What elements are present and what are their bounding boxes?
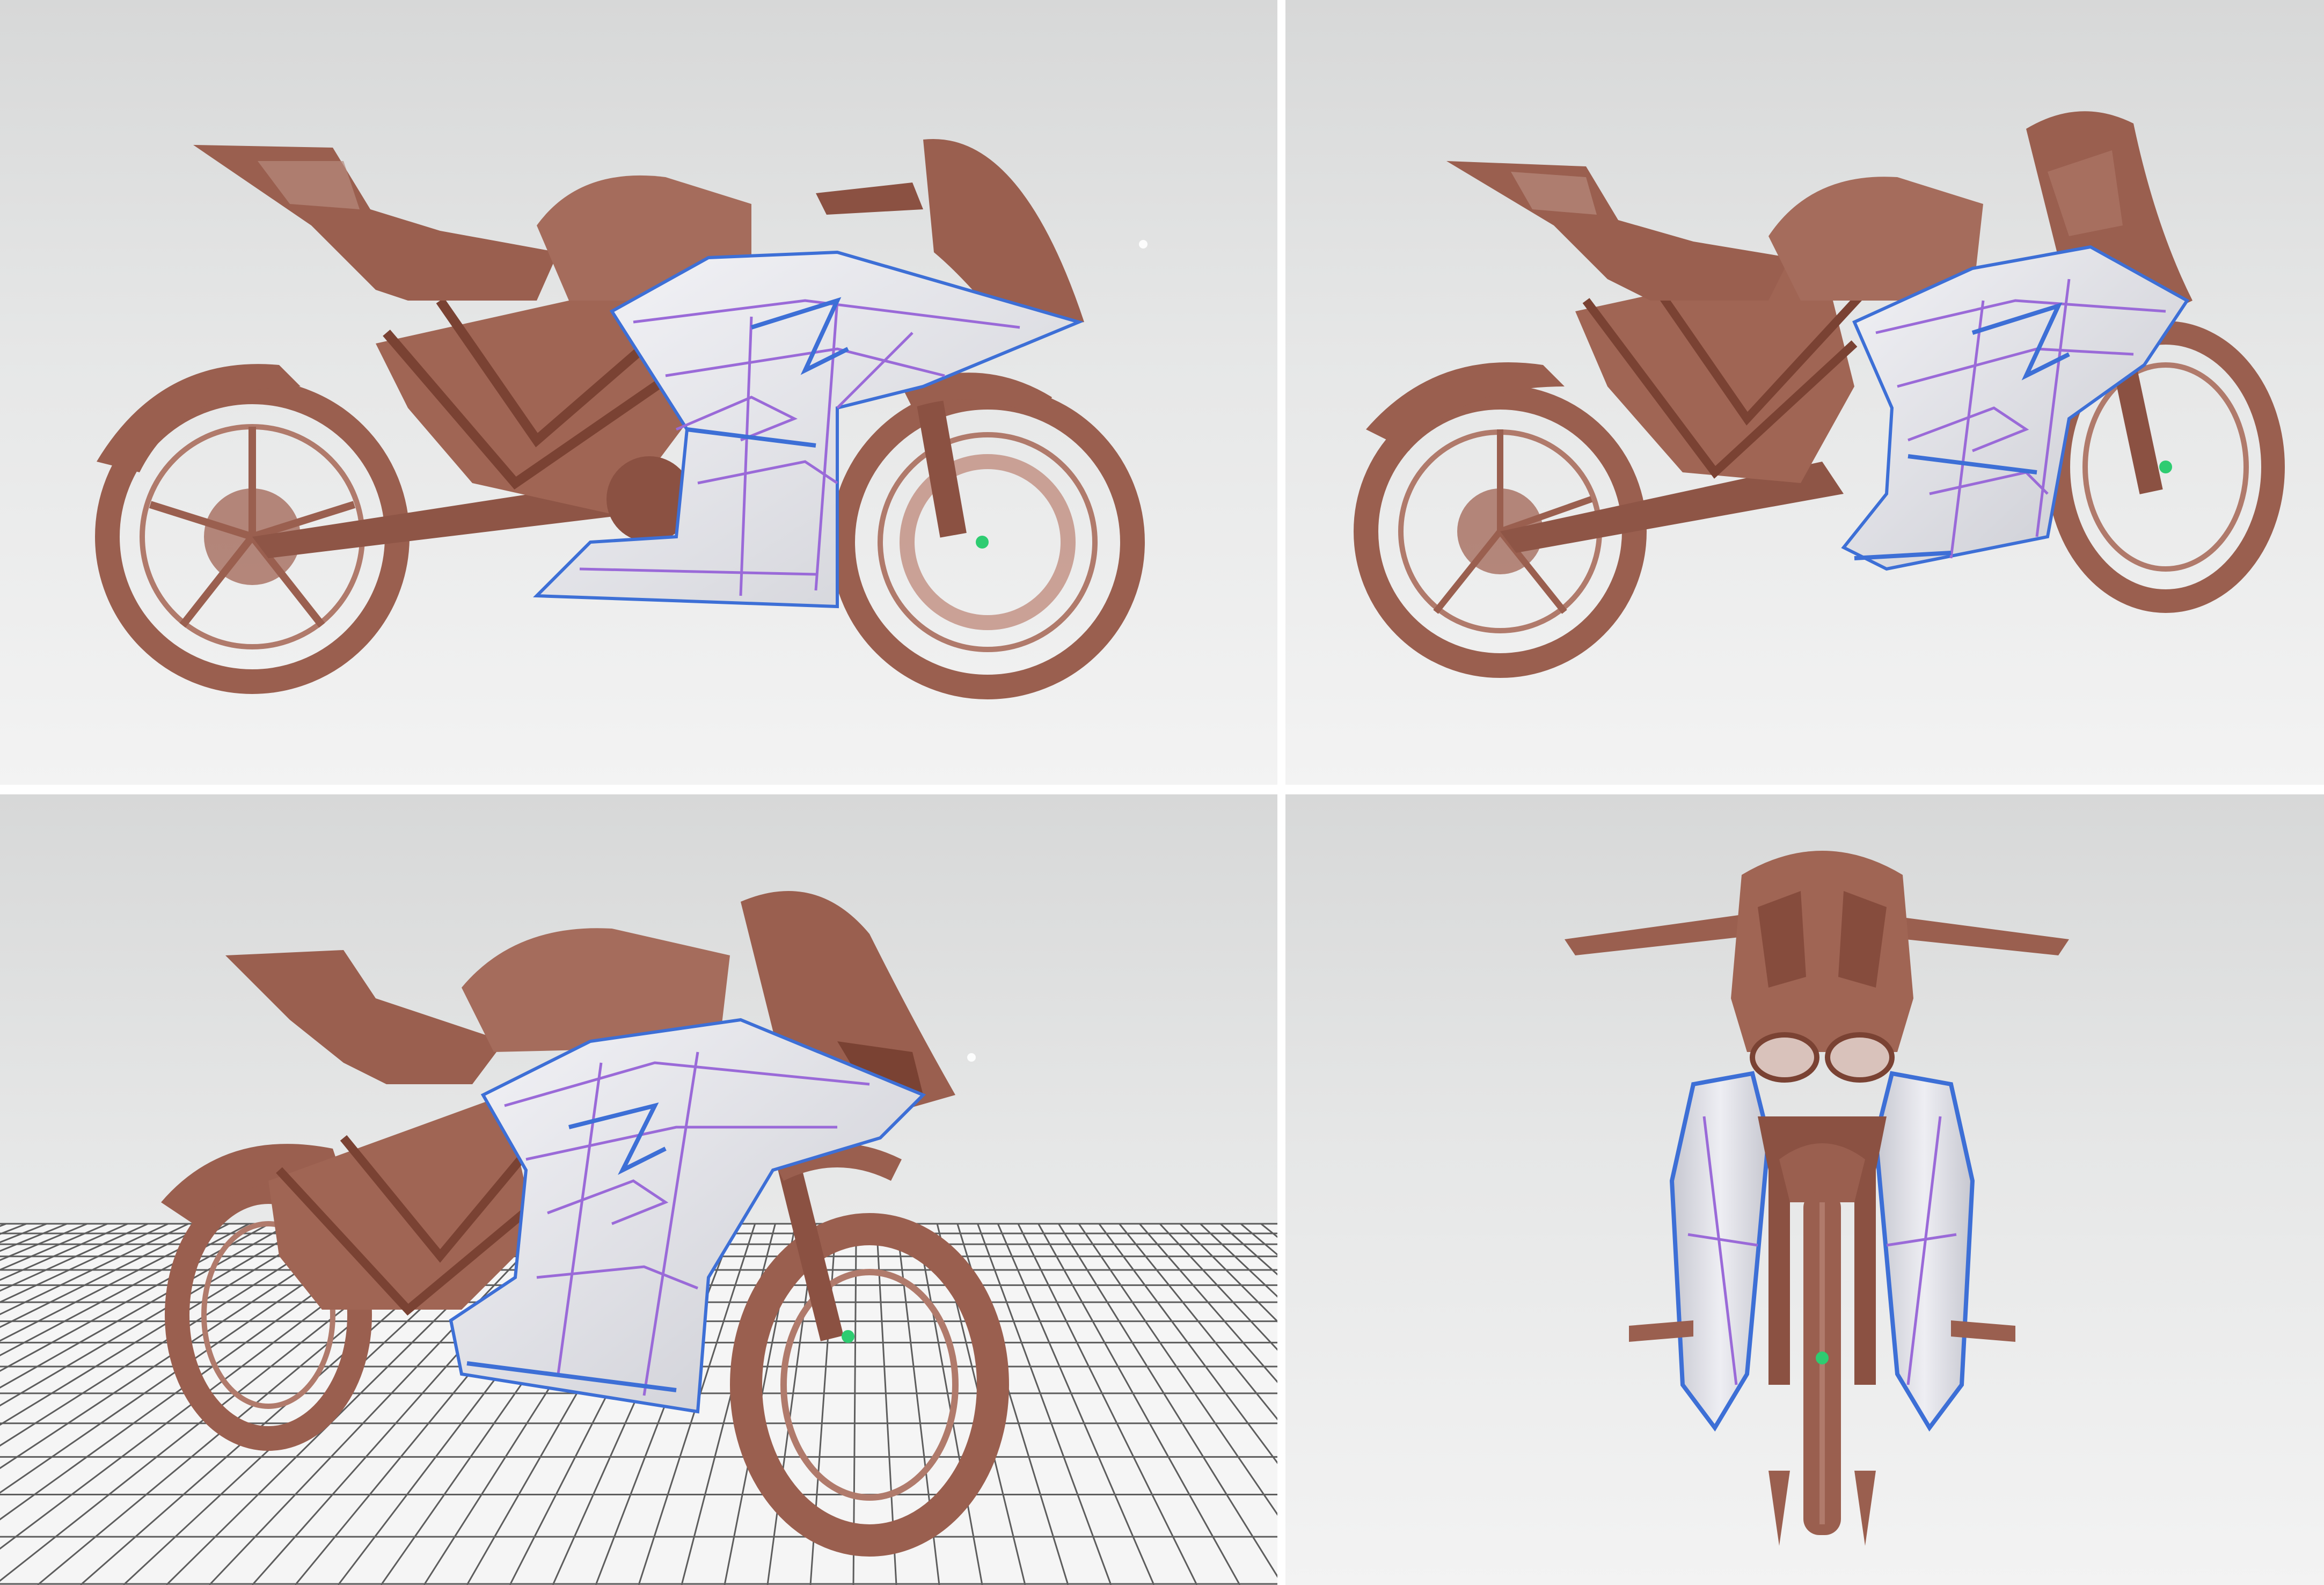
motorcycle-scan-grid-icon — [0, 891, 1277, 1585]
viewport-perspective-three-quarter[interactable] — [1285, 0, 2324, 785]
motorcycle-scan-side-icon — [95, 138, 1148, 699]
viewport-front[interactable] — [1285, 794, 2324, 1585]
viewport-perspective-grid[interactable] — [0, 794, 1277, 1585]
viewport-perspective-side[interactable] — [0, 0, 1277, 785]
viewport-grid — [0, 0, 2324, 1585]
motorcycle-scan-front-icon — [1565, 851, 2069, 1546]
motorcycle-scan-quarter-icon — [1354, 111, 2285, 678]
